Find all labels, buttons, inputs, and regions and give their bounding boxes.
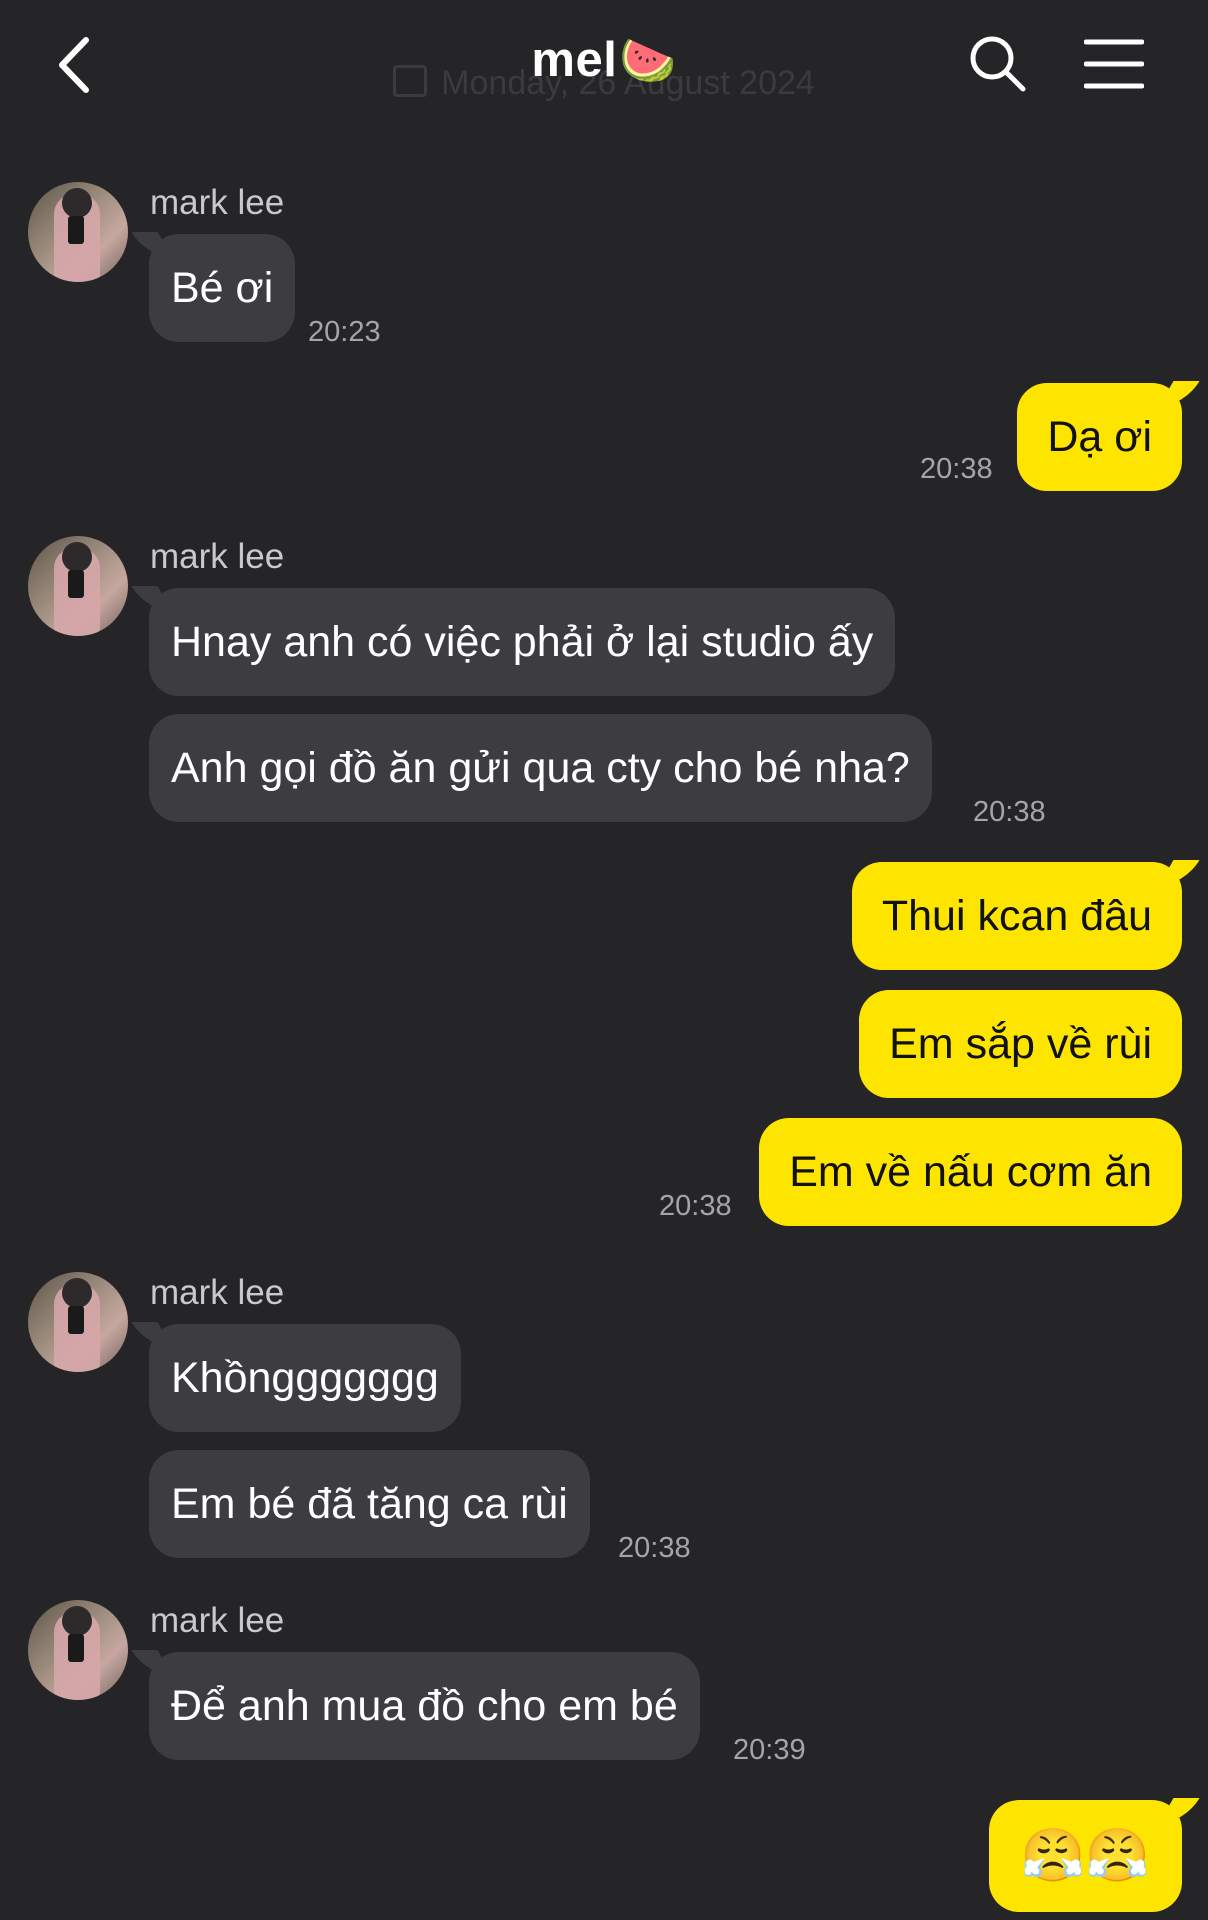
sender-name: mark lee (150, 1273, 285, 1312)
avatar[interactable] (28, 182, 128, 282)
chat-header: Monday, 26 August 2024 mel🍉 (0, 0, 1208, 130)
sender-name: mark lee (150, 1601, 285, 1640)
avatar[interactable] (28, 1600, 128, 1700)
message-bubble-incoming[interactable]: Để anh mua đồ cho em bé (149, 1652, 700, 1760)
message-bubble-outgoing[interactable]: Thui kcan đâu (851, 862, 1182, 970)
message-bubble-incoming[interactable]: Anh gọi đồ ăn gửi qua cty cho bé nha? (149, 714, 932, 822)
search-button[interactable] (968, 34, 1028, 94)
message-bubble-outgoing[interactable]: Em về nấu cơm ăn (759, 1118, 1182, 1226)
watermelon-emoji: 🍉 (619, 34, 677, 86)
message-timestamp: 20:38 (973, 796, 1046, 828)
chat-title-text: mel (531, 33, 618, 87)
message-bubble-incoming[interactable]: Bé ơi (149, 234, 296, 342)
sender-name: mark lee (150, 183, 285, 222)
sender-name: mark lee (150, 537, 285, 576)
search-icon (970, 36, 1026, 92)
message-bubble-incoming[interactable]: Em bé đã tăng ca rùi (149, 1450, 590, 1558)
message-timestamp: 20:38 (920, 453, 993, 485)
message-timestamp: 20:23 (308, 316, 381, 348)
message-bubble-incoming[interactable]: Hnay anh có việc phải ở lại studio ấy (149, 588, 896, 696)
message-bubble-incoming[interactable]: Khồnggggggg (149, 1324, 461, 1432)
message-bubble-outgoing[interactable]: 😤😤 (988, 1800, 1182, 1912)
message-timestamp: 20:39 (733, 1734, 806, 1766)
message-bubble-outgoing[interactable]: Em sắp về rùi (859, 990, 1182, 1098)
avatar[interactable] (28, 1272, 128, 1372)
message-timestamp: 20:38 (618, 1532, 691, 1564)
message-bubble-outgoing[interactable]: Dạ ơi (1017, 383, 1182, 491)
menu-button[interactable] (1083, 36, 1145, 92)
message-timestamp: 20:38 (659, 1190, 732, 1222)
avatar[interactable] (28, 536, 128, 636)
hamburger-menu-icon (1083, 39, 1145, 89)
